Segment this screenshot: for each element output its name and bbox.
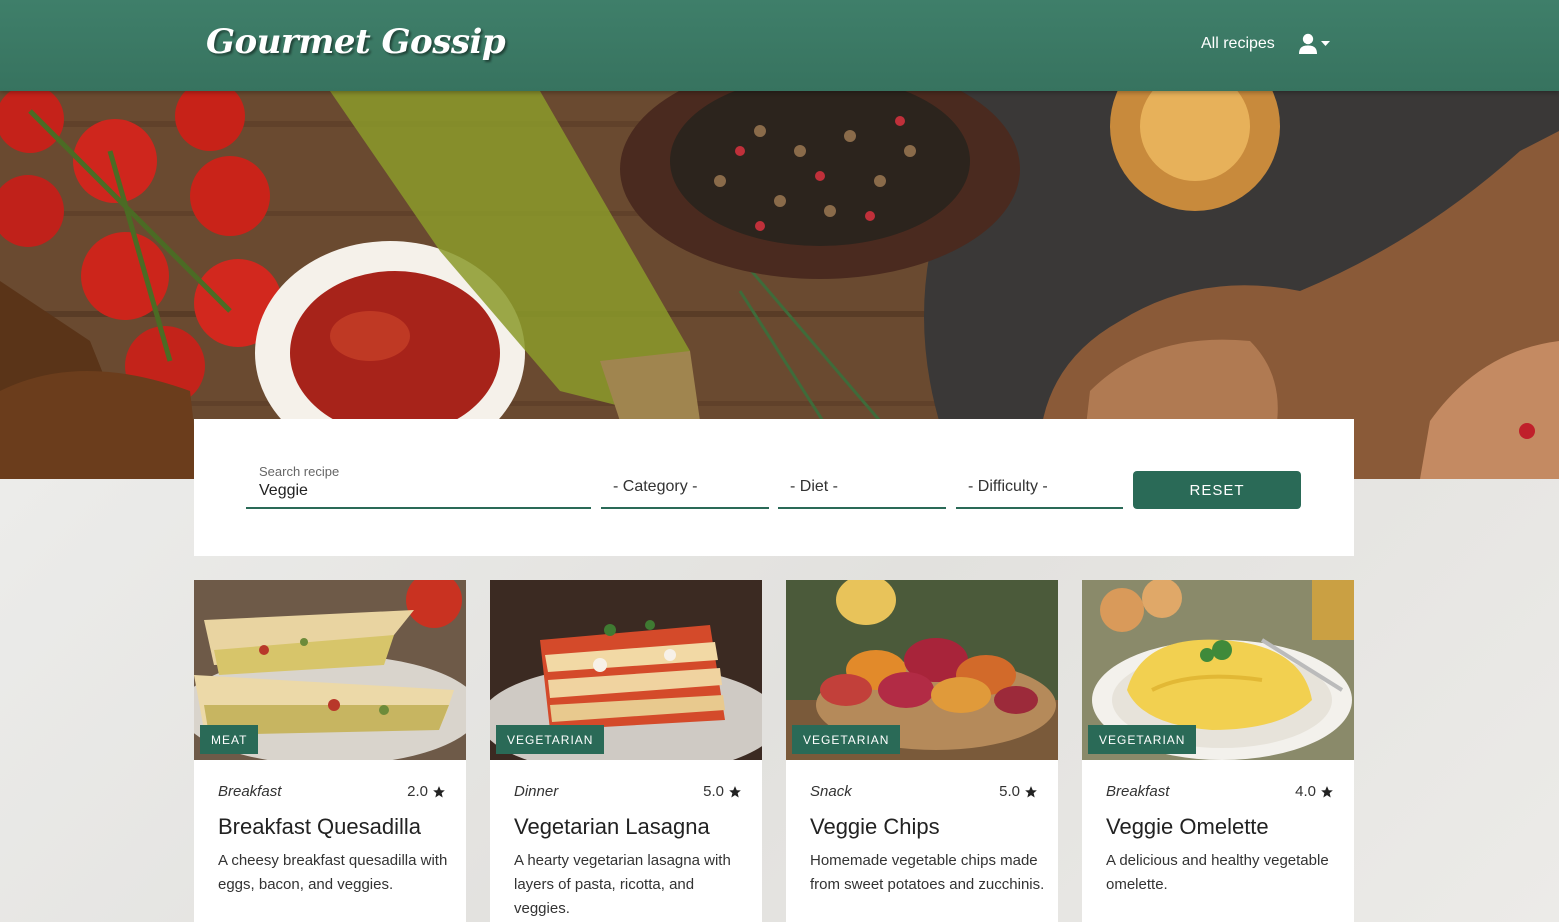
star-icon [1025, 785, 1037, 798]
recipe-title[interactable]: Veggie Omelette [1106, 814, 1269, 840]
diet-badge: VEGETARIAN [1088, 725, 1197, 754]
recipe-category: Snack [810, 783, 852, 800]
recipe-description: A cheesy breakfast quesadilla with eggs,… [218, 852, 448, 893]
search-recipe-label: Search recipe [259, 464, 340, 479]
rating-value: 5.0 [703, 783, 724, 800]
recipe-rating: 5.0 [703, 783, 742, 800]
recipe-description: A hearty vegetarian lasagna with layers … [514, 852, 731, 917]
diet-badge: MEAT [200, 725, 259, 754]
recipe-rating: 2.0 [407, 783, 446, 800]
recipe-category: Dinner [514, 783, 559, 800]
top-navbar: Gourmet Gossip All recipes [0, 0, 1559, 91]
recipe-image[interactable]: VEGETARIAN [1082, 580, 1354, 760]
difficulty-select-value: - Difficulty - [968, 478, 1048, 495]
recipe-rating: 4.0 [1295, 783, 1334, 800]
difficulty-select[interactable]: - Difficulty - [956, 478, 1123, 509]
recipe-title[interactable]: Veggie Chips [810, 814, 940, 840]
diet-badge: VEGETARIAN [496, 725, 605, 754]
reset-button[interactable]: RESET [1133, 471, 1301, 509]
search-recipe-field[interactable]: Search recipe Veggie [246, 464, 591, 509]
diet-select-value: - Diet - [790, 478, 838, 495]
recipe-description: Homemade vegetable chips made from sweet… [810, 852, 1045, 893]
diet-badge: VEGETARIAN [792, 725, 901, 754]
star-icon [433, 785, 445, 798]
recipe-card[interactable]: VEGETARIAN Breakfast 4.0 Veggie Omelette… [1082, 580, 1354, 922]
category-select-value: - Category - [613, 478, 698, 495]
star-icon [729, 785, 741, 798]
recipe-filter-panel: Search recipe Veggie - Category - - Diet… [194, 419, 1354, 556]
recipe-description: A delicious and healthy vegetable omelet… [1106, 852, 1329, 893]
recipe-card[interactable]: VEGETARIAN Dinner 5.0 Vegetarian Lasagna… [490, 580, 762, 922]
star-icon [1321, 785, 1333, 798]
rating-value: 4.0 [1295, 783, 1316, 800]
recipe-card[interactable]: VEGETARIAN Snack 5.0 Veggie Chips Homema… [786, 580, 1058, 922]
nav-all-recipes-link[interactable]: All recipes [1201, 35, 1275, 53]
recipe-rating: 5.0 [999, 783, 1038, 800]
recipe-title[interactable]: Vegetarian Lasagna [514, 814, 710, 840]
recipe-image[interactable]: MEAT [194, 580, 466, 760]
user-menu-button[interactable] [1298, 31, 1332, 57]
search-recipe-input[interactable]: Veggie [259, 482, 308, 500]
recipe-category: Breakfast [218, 783, 282, 800]
recipe-image[interactable]: VEGETARIAN [490, 580, 762, 760]
category-select[interactable]: - Category - [601, 478, 769, 509]
caret-down-icon [1321, 41, 1330, 46]
recipe-title[interactable]: Breakfast Quesadilla [218, 814, 421, 840]
rating-value: 2.0 [407, 783, 428, 800]
recipe-category: Breakfast [1106, 783, 1170, 800]
user-icon [1299, 33, 1317, 54]
diet-select[interactable]: - Diet - [778, 478, 946, 509]
recipe-image[interactable]: VEGETARIAN [786, 580, 1058, 760]
rating-value: 5.0 [999, 783, 1020, 800]
site-logo[interactable]: Gourmet Gossip [206, 22, 506, 62]
recipe-card[interactable]: MEAT Breakfast 2.0 Breakfast Quesadilla … [194, 580, 466, 922]
